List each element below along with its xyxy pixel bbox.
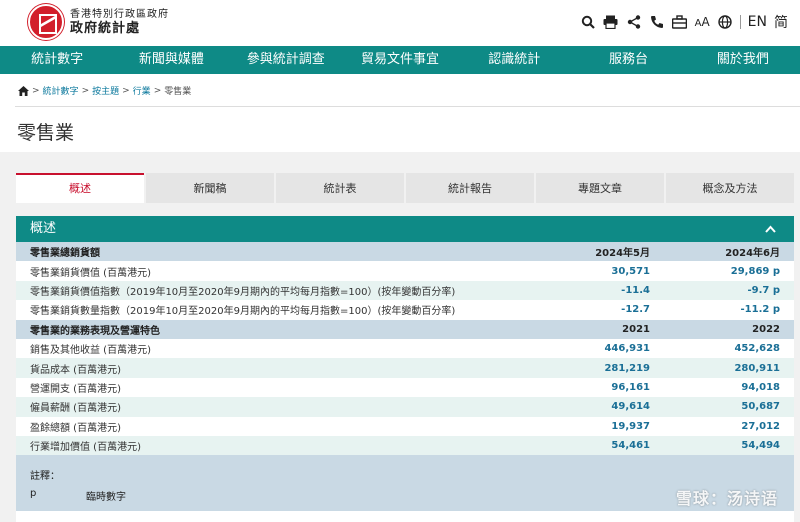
breadcrumb: > 統計數字 > 按主題 > 行業 > 零售業 bbox=[18, 84, 191, 97]
row-label: 貨品成本 (百萬港元) bbox=[16, 358, 534, 378]
cell-value: -11.4 bbox=[534, 280, 664, 301]
nav-item-learn-statistics[interactable]: 認識統計 bbox=[457, 46, 571, 74]
page-title: 零售業 bbox=[17, 122, 75, 144]
nav-item-press-media[interactable]: 新聞與媒體 bbox=[114, 46, 228, 74]
table-row: 貨品成本 (百萬港元) 281,219 280,911 bbox=[16, 358, 794, 378]
site-name[interactable]: 香港特別行政區政府 政府統計處 bbox=[70, 8, 169, 36]
panel-title: 概述 bbox=[30, 221, 57, 236]
cell-value: -12.7 bbox=[534, 300, 664, 320]
breadcrumb-separator: > bbox=[122, 85, 130, 96]
chevron-up-icon[interactable] bbox=[765, 216, 776, 242]
note-key: p bbox=[30, 488, 37, 500]
column-header: 2024年5月 bbox=[534, 242, 664, 262]
table-section-header: 零售業的業務表現及營運特色 2021 2022 bbox=[16, 319, 794, 339]
share-icon[interactable] bbox=[626, 14, 642, 30]
cell-value: 446,931 bbox=[534, 338, 664, 359]
breadcrumb-industry[interactable]: 行業 bbox=[133, 84, 151, 97]
cell-value: 54,461 bbox=[534, 435, 664, 456]
header-divider bbox=[739, 15, 741, 29]
breadcrumb-statistics[interactable]: 統計數字 bbox=[43, 84, 79, 97]
breadcrumb-separator: > bbox=[81, 85, 90, 96]
cell-value: -9.7 p bbox=[664, 280, 794, 301]
table-row: 僱員薪酬 (百萬港元) 49,614 50,687 bbox=[16, 397, 794, 417]
tab-statistical-tables[interactable]: 統計表 bbox=[276, 173, 404, 203]
table-row: 銷售及其他收益 (百萬港元) 446,931 452,628 bbox=[16, 338, 794, 359]
row-label: 僱員薪酬 (百萬港元) bbox=[16, 397, 534, 417]
cell-value: -11.2 p bbox=[664, 300, 794, 320]
row-label: 盈餘總額 (百萬港元) bbox=[16, 416, 534, 436]
cell-value: 280,911 bbox=[664, 358, 794, 378]
nav-item-statistics[interactable]: 統計數字 bbox=[0, 46, 114, 74]
lang-sc-link[interactable]: 简 bbox=[774, 12, 788, 32]
column-header: 2024年6月 bbox=[664, 242, 794, 262]
briefcase-icon[interactable] bbox=[672, 14, 688, 30]
panel-header[interactable]: 概述 bbox=[16, 216, 794, 242]
row-label: 零售業銷貨數量指數（2019年10月至2020年9月期內的平均每月指數=100）… bbox=[16, 300, 534, 320]
tab-bar: 概述 新聞稿 統計表 統計報告 專題文章 概念及方法 bbox=[16, 173, 794, 203]
cell-value: 96,161 bbox=[534, 377, 664, 398]
cell-value: 281,219 bbox=[534, 358, 664, 378]
breadcrumb-current: 零售業 bbox=[164, 87, 192, 97]
tab-concepts-methods[interactable]: 概念及方法 bbox=[666, 173, 794, 203]
breadcrumb-by-subject[interactable]: 按主題 bbox=[92, 84, 119, 97]
cell-value: 452,628 bbox=[664, 338, 794, 359]
site-header: 香港特別行政區政府 政府統計處 AA EN 简 bbox=[0, 0, 800, 46]
tab-statistical-reports[interactable]: 統計報告 bbox=[406, 173, 534, 203]
stats-table: 零售業總銷貨額 2024年5月 2024年6月 零售業銷貨價值 (百萬港元) 3… bbox=[16, 242, 794, 456]
site-name-line2: 政府統計處 bbox=[70, 21, 141, 36]
nav-item-surveys[interactable]: 參與統計調查 bbox=[229, 46, 343, 74]
watermark: 雪球：汤诗语 bbox=[675, 489, 778, 508]
cell-value: 50,687 bbox=[664, 397, 794, 417]
tab-press-releases[interactable]: 新聞稿 bbox=[146, 173, 274, 203]
site-name-line1: 香港特別行政區政府 bbox=[70, 9, 169, 20]
nav-item-about-us[interactable]: 關於我們 bbox=[686, 46, 800, 74]
table-section-header: 零售業總銷貨額 2024年5月 2024年6月 bbox=[16, 242, 794, 262]
row-label: 營運開支 (百萬港元) bbox=[16, 377, 534, 398]
cell-value: 54,494 bbox=[664, 435, 794, 456]
tab-overview[interactable]: 概述 bbox=[16, 173, 144, 203]
cell-value: 19,937 bbox=[534, 416, 664, 436]
notes-title: 註釋： bbox=[30, 471, 60, 483]
table-row: 盈餘總額 (百萬港元) 19,937 27,012 bbox=[16, 416, 794, 436]
globe-icon[interactable] bbox=[717, 14, 733, 30]
print-icon[interactable] bbox=[603, 14, 619, 30]
overview-panel: 概述 零售業總銷貨額 2024年5月 2024年6月 零售業銷貨價值 (百萬港元… bbox=[16, 216, 794, 522]
table-row: 營運開支 (百萬港元) 96,161 94,018 bbox=[16, 377, 794, 398]
cell-value: 94,018 bbox=[664, 377, 794, 398]
breadcrumb-separator: > bbox=[32, 85, 40, 96]
lang-en-link[interactable]: EN bbox=[748, 14, 767, 30]
section-title: 零售業的業務表現及營運特色 bbox=[16, 319, 534, 339]
column-header: 2022 bbox=[664, 319, 794, 339]
font-large-label: A bbox=[701, 15, 710, 29]
cell-value: 30,571 bbox=[534, 261, 664, 281]
breadcrumb-divider bbox=[15, 106, 800, 107]
gov-logo[interactable] bbox=[28, 4, 64, 40]
note-value: 臨時數字 bbox=[86, 492, 126, 504]
header-tools: AA EN 简 bbox=[580, 12, 788, 32]
breadcrumb-separator: > bbox=[153, 85, 162, 96]
row-label: 零售業銷貨價值 (百萬港元) bbox=[16, 261, 534, 281]
search-icon[interactable] bbox=[580, 14, 596, 30]
font-size-control[interactable]: AA bbox=[695, 15, 710, 29]
column-header: 2021 bbox=[534, 319, 664, 339]
phone-icon[interactable] bbox=[649, 14, 665, 30]
row-label: 零售業銷貨價值指數（2019年10月至2020年9月期內的平均每月指數=100）… bbox=[16, 280, 534, 301]
cell-value: 29,869 p bbox=[664, 261, 794, 281]
cell-value: 49,614 bbox=[534, 397, 664, 417]
nav-item-trade-documents[interactable]: 貿易文件事宜 bbox=[343, 46, 457, 74]
home-icon[interactable] bbox=[18, 85, 29, 96]
tab-feature-articles[interactable]: 專題文章 bbox=[536, 173, 664, 203]
table-row: 零售業銷貨數量指數（2019年10月至2020年9月期內的平均每月指數=100）… bbox=[16, 300, 794, 320]
nav-item-service-desk[interactable]: 服務台 bbox=[571, 46, 685, 74]
table-row: 零售業銷貨價值 (百萬港元) 30,571 29,869 p bbox=[16, 261, 794, 281]
note-item: p 臨時數字 bbox=[30, 488, 780, 503]
row-label: 銷售及其他收益 (百萬港元) bbox=[16, 338, 534, 359]
row-label: 行業增加價值 (百萬港元) bbox=[16, 435, 534, 456]
section-title: 零售業總銷貨額 bbox=[16, 242, 534, 262]
main-nav: 統計數字 新聞與媒體 參與統計調查 貿易文件事宜 認識統計 服務台 關於我們 bbox=[0, 46, 800, 74]
table-row: 行業增加價值 (百萬港元) 54,461 54,494 bbox=[16, 435, 794, 456]
cell-value: 27,012 bbox=[664, 416, 794, 436]
table-row: 零售業銷貨價值指數（2019年10月至2020年9月期內的平均每月指數=100）… bbox=[16, 280, 794, 301]
